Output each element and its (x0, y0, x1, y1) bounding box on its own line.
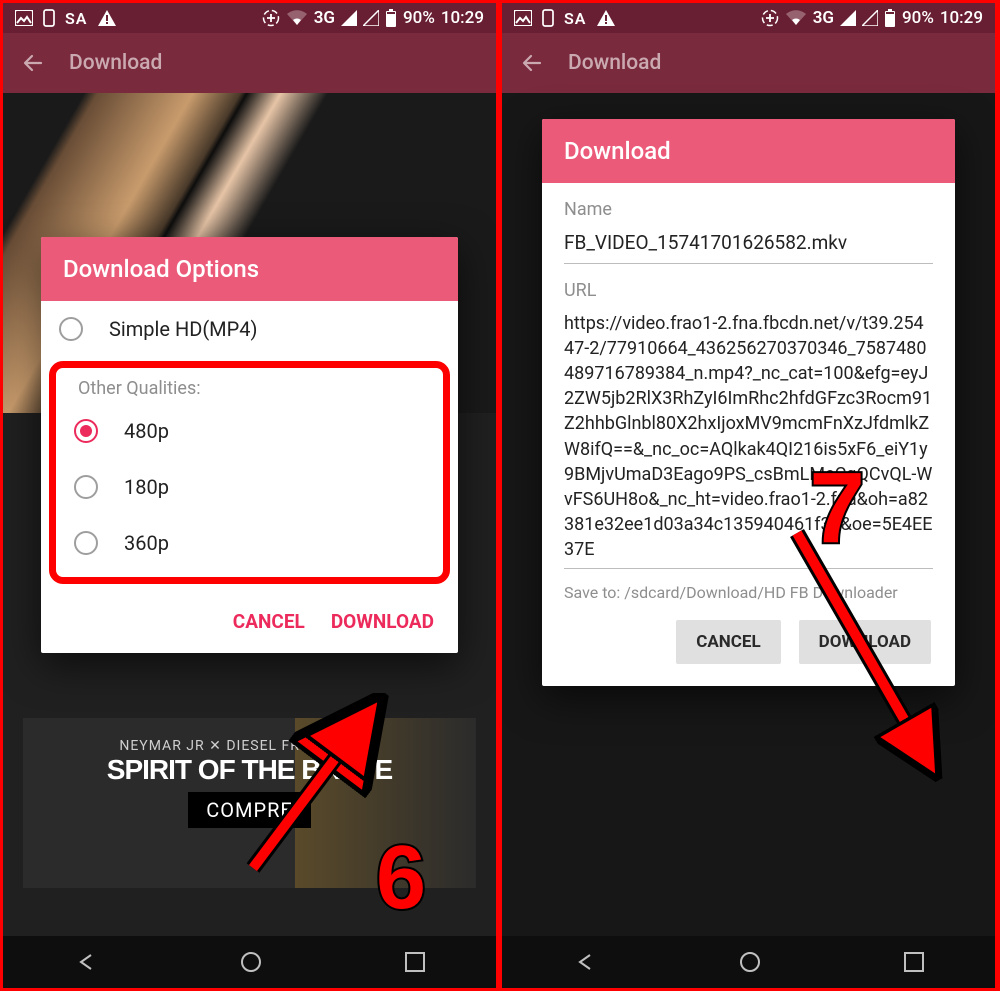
nav-home-icon[interactable] (240, 951, 262, 973)
nav-recent-icon[interactable] (904, 952, 924, 972)
signal-icon (840, 10, 856, 26)
back-icon[interactable] (520, 51, 544, 75)
ad-line1: NEYMAR JR ✕ DIESEL FRAGRANCES (23, 738, 476, 754)
picture-icon (514, 10, 532, 26)
dialog-title: Download (542, 119, 955, 183)
option-label: Simple HD(MP4) (109, 317, 257, 341)
annotation-number-7: 7 (809, 451, 865, 566)
cancel-button[interactable]: CANCEL (676, 620, 780, 664)
phone-outline-icon (542, 9, 554, 27)
clock: 10:29 (940, 8, 983, 28)
status-bar: SA 3G 90% 10:29 (3, 3, 496, 33)
battery-icon (884, 9, 896, 27)
back-icon[interactable] (21, 51, 45, 75)
radio-icon (74, 531, 98, 555)
status-carrier-label: SA (564, 9, 586, 28)
ad-button[interactable]: COMPRE (188, 792, 311, 828)
app-header: Download (3, 33, 496, 93)
option-simple-hd[interactable]: Simple HD(MP4) (41, 301, 458, 357)
battery-label: 90% (403, 8, 435, 28)
save-path: Save to: /sdcard/Download/HD FB Download… (542, 569, 955, 606)
download-options-dialog: Download Options Simple HD(MP4) Other Qu… (41, 237, 458, 653)
network-label: 3G (314, 8, 335, 28)
name-input[interactable]: FB_VIDEO_15741701626582.mkv (564, 226, 933, 264)
wifi-weak-icon (286, 10, 308, 26)
phone-outline-icon (43, 9, 55, 27)
other-qualities-label: Other Qualities: (56, 368, 443, 403)
signal-icon (341, 10, 357, 26)
phone-left: SA 3G 90% 10:29 (3, 3, 496, 988)
option-480p[interactable]: 480p (56, 403, 443, 459)
download-button[interactable]: DOWNLOAD (799, 620, 931, 664)
download-confirm-dialog: Download Name FB_VIDEO_15741701626582.mk… (542, 119, 955, 686)
battery-label: 90% (902, 8, 934, 28)
radio-icon (59, 317, 83, 341)
option-360p[interactable]: 360p (56, 515, 443, 571)
download-button[interactable]: DOWNLOAD (331, 610, 434, 633)
nav-recent-icon[interactable] (405, 952, 425, 972)
nav-bar (502, 936, 995, 988)
ad-line2: SPIRIT OF THE BRAVE (23, 754, 476, 786)
option-label: 180p (124, 475, 169, 499)
picture-icon (15, 10, 33, 26)
cancel-button[interactable]: CANCEL (233, 610, 305, 633)
signal-empty-icon (862, 10, 878, 26)
name-label: Name (542, 183, 955, 226)
url-label: URL (542, 264, 955, 307)
status-bar: SA 3G 90% 10:29 (502, 3, 995, 33)
data-saver-icon (262, 9, 280, 27)
nav-bar (3, 936, 496, 988)
nav-home-icon[interactable] (739, 951, 761, 973)
clock: 10:29 (441, 8, 484, 28)
url-input[interactable]: https://video.frao1-2.fna.fbcdn.net/v/t3… (564, 307, 933, 570)
header-title: Download (568, 51, 661, 75)
app-header: Download (502, 33, 995, 93)
phone-right: SA 3G 90% 10:29 Download Download Name F… (502, 3, 995, 988)
radio-icon (74, 475, 98, 499)
status-carrier-label: SA (65, 9, 87, 28)
battery-icon (385, 9, 397, 27)
data-saver-icon (761, 9, 779, 27)
option-180p[interactable]: 180p (56, 459, 443, 515)
wifi-weak-icon (785, 10, 807, 26)
warning-icon (97, 9, 117, 27)
dialog-title: Download Options (41, 237, 458, 301)
network-label: 3G (813, 8, 834, 28)
nav-back-icon[interactable] (75, 951, 97, 973)
header-title: Download (69, 51, 162, 75)
annotation-number-6: 6 (376, 827, 426, 930)
nav-back-icon[interactable] (574, 951, 596, 973)
option-label: 480p (124, 419, 169, 443)
signal-empty-icon (363, 10, 379, 26)
highlight-box: Other Qualities: 480p 180p 360p (49, 361, 450, 584)
warning-icon (596, 9, 616, 27)
option-label: 360p (124, 531, 169, 555)
radio-selected-icon (74, 419, 98, 443)
